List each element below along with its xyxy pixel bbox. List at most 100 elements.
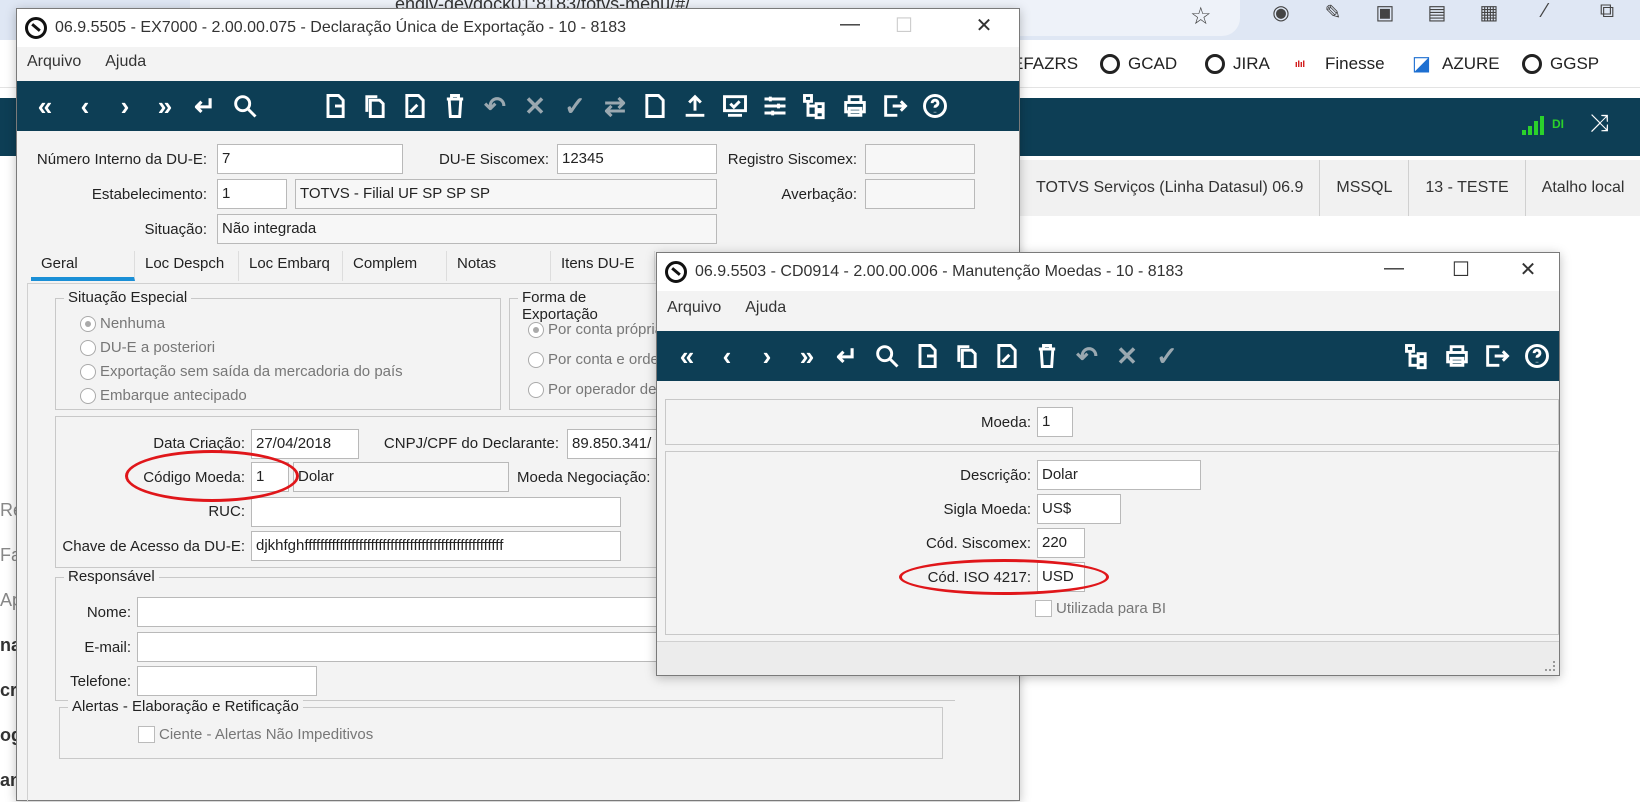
bookmark-star-icon[interactable]: ☆ <box>1190 2 1212 31</box>
radio-conta-ordem[interactable]: Por conta e ordem <box>528 351 671 368</box>
extension-icon[interactable]: ◉ <box>1268 0 1294 26</box>
first-record-icon[interactable]: « <box>667 336 707 376</box>
nome-field[interactable] <box>137 597 657 627</box>
extension-qr-icon[interactable]: ▦ <box>1476 0 1502 26</box>
due-siscomex-field[interactable]: 12345 <box>557 144 717 174</box>
sigla-moeda-field[interactable]: US$ <box>1037 494 1121 524</box>
radio-label: Exportação sem saída da mercadoria do pa… <box>100 363 403 380</box>
shuffle-icon[interactable]: ⤨ <box>1590 110 1609 138</box>
previous-record-icon[interactable]: ‹ <box>65 86 105 126</box>
undo-icon[interactable]: ↶ <box>475 86 515 126</box>
menu-ajuda[interactable]: Ajuda <box>105 53 146 71</box>
exit-icon[interactable] <box>875 86 915 126</box>
extensions-puzzle-icon[interactable]: ⧉ <box>1594 0 1620 26</box>
radio-embarque-antecipado[interactable]: Embarque antecipado <box>80 387 247 404</box>
help-icon[interactable] <box>915 86 955 126</box>
tab-geral[interactable]: Geral <box>31 251 135 281</box>
last-record-icon[interactable]: » <box>145 86 185 126</box>
document-icon[interactable] <box>635 86 675 126</box>
radio-exportacao-sem-saida[interactable]: Exportação sem saída da mercadoria do pa… <box>80 363 403 380</box>
bookmark-jira[interactable]: JIRA <box>1205 54 1270 74</box>
monitor-check-icon[interactable] <box>715 86 755 126</box>
responsavel-title: Responsável <box>64 568 159 585</box>
extension-feather-icon[interactable]: ⁄ <box>1532 0 1558 26</box>
email-field[interactable] <box>137 632 657 662</box>
tab-complem[interactable]: Complem <box>343 251 447 281</box>
utilizada-bi-checkbox[interactable]: Utilizada para BI <box>1035 600 1166 617</box>
delete-icon[interactable] <box>435 86 475 126</box>
bookmark-efazrs[interactable]: EFAZRS <box>1012 54 1078 74</box>
minimize-button[interactable]: — <box>835 13 865 36</box>
cod-siscomex-field[interactable]: 220 <box>1037 528 1085 558</box>
first-record-icon[interactable]: « <box>25 86 65 126</box>
print-icon[interactable] <box>1437 336 1477 376</box>
goto-icon[interactable]: ↵ <box>827 336 867 376</box>
maximize-button[interactable]: ☐ <box>889 13 919 38</box>
edit-record-icon[interactable] <box>987 336 1027 376</box>
new-record-icon[interactable] <box>907 336 947 376</box>
cancel-icon[interactable]: ✕ <box>1107 336 1147 376</box>
radio-nenhuma[interactable]: Nenhuma <box>80 315 165 332</box>
resize-grip-icon[interactable] <box>1545 661 1555 671</box>
tab-loc-despch[interactable]: Loc Despch <box>135 251 239 281</box>
averbacao-field[interactable] <box>865 179 975 209</box>
maximize-button[interactable]: ☐ <box>1446 257 1476 282</box>
radio-due-posteriori[interactable]: DU-E a posteriori <box>80 339 215 356</box>
last-record-icon[interactable]: » <box>787 336 827 376</box>
extension-gift-icon[interactable]: ▤ <box>1424 0 1450 26</box>
radio-conta-propria[interactable]: Por conta própria <box>528 321 663 338</box>
tab-notas[interactable]: Notas <box>447 251 551 281</box>
bookmark-azure[interactable]: ◪ AZURE <box>1412 54 1500 74</box>
cnpj-field[interactable]: 89.850.341/ <box>567 429 661 459</box>
registro-siscomex-field[interactable] <box>865 144 975 174</box>
undo-icon[interactable]: ↶ <box>1067 336 1107 376</box>
bookmark-gcad[interactable]: GCAD <box>1100 54 1177 74</box>
exit-icon[interactable] <box>1477 336 1517 376</box>
hierarchy-icon[interactable] <box>795 86 835 126</box>
descricao-label: Descrição: <box>960 467 1031 484</box>
ruc-field[interactable] <box>251 497 621 527</box>
goto-icon[interactable]: ↵ <box>185 86 225 126</box>
numero-interno-field[interactable]: 7 <box>217 144 403 174</box>
status-shortcut[interactable]: Atalho local <box>1525 160 1640 216</box>
bookmark-ggsp[interactable]: GGSP <box>1522 54 1599 74</box>
search-icon[interactable] <box>225 86 265 126</box>
settings-sliders-icon[interactable] <box>755 86 795 126</box>
minimize-button[interactable]: — <box>1379 257 1409 280</box>
telefone-field[interactable] <box>137 666 317 696</box>
estabelecimento-code-field[interactable]: 1 <box>217 179 287 209</box>
menu-ajuda[interactable]: Ajuda <box>745 299 786 317</box>
menu-arquivo[interactable]: Arquivo <box>27 53 81 71</box>
cancel-icon[interactable]: ✕ <box>515 86 555 126</box>
radio-operador[interactable]: Por operador de <box>528 381 656 398</box>
descricao-field[interactable]: Dolar <box>1037 460 1201 490</box>
edit-record-icon[interactable] <box>395 86 435 126</box>
previous-record-icon[interactable]: ‹ <box>707 336 747 376</box>
menu-arquivo[interactable]: Arquivo <box>667 299 721 317</box>
refresh-icon[interactable]: ⇄ <box>595 86 635 126</box>
moeda-field[interactable]: 1 <box>1037 407 1073 437</box>
print-icon[interactable] <box>835 86 875 126</box>
copy-record-icon[interactable] <box>355 86 395 126</box>
next-record-icon[interactable]: › <box>105 86 145 126</box>
new-record-icon[interactable] <box>315 86 355 126</box>
next-record-icon[interactable]: › <box>747 336 787 376</box>
search-icon[interactable] <box>867 336 907 376</box>
confirm-icon[interactable]: ✓ <box>1147 336 1187 376</box>
help-icon[interactable] <box>1517 336 1557 376</box>
upload-icon[interactable] <box>675 86 715 126</box>
extension-badge-icon[interactable]: ▣ <box>1372 0 1398 26</box>
ciente-checkbox[interactable]: Ciente - Alertas Não Impeditivos <box>138 726 373 743</box>
tab-loc-embarq[interactable]: Loc Embarq <box>239 251 343 281</box>
copy-record-icon[interactable] <box>947 336 987 376</box>
hierarchy-icon[interactable] <box>1397 336 1437 376</box>
tab-itens-due[interactable]: Itens DU-E <box>551 251 655 281</box>
confirm-icon[interactable]: ✓ <box>555 86 595 126</box>
close-button[interactable]: ✕ <box>969 13 999 38</box>
extension-pen-icon[interactable]: ✎ <box>1320 0 1346 26</box>
delete-icon[interactable] <box>1027 336 1067 376</box>
bookmark-finesse[interactable]: ılıl Finesse <box>1295 54 1385 74</box>
data-criacao-field[interactable]: 27/04/2018 <box>251 429 359 459</box>
close-button[interactable]: ✕ <box>1513 257 1543 282</box>
chave-acesso-field[interactable]: djkhfghfffffffffffffffffffffffffffffffff… <box>251 531 621 561</box>
